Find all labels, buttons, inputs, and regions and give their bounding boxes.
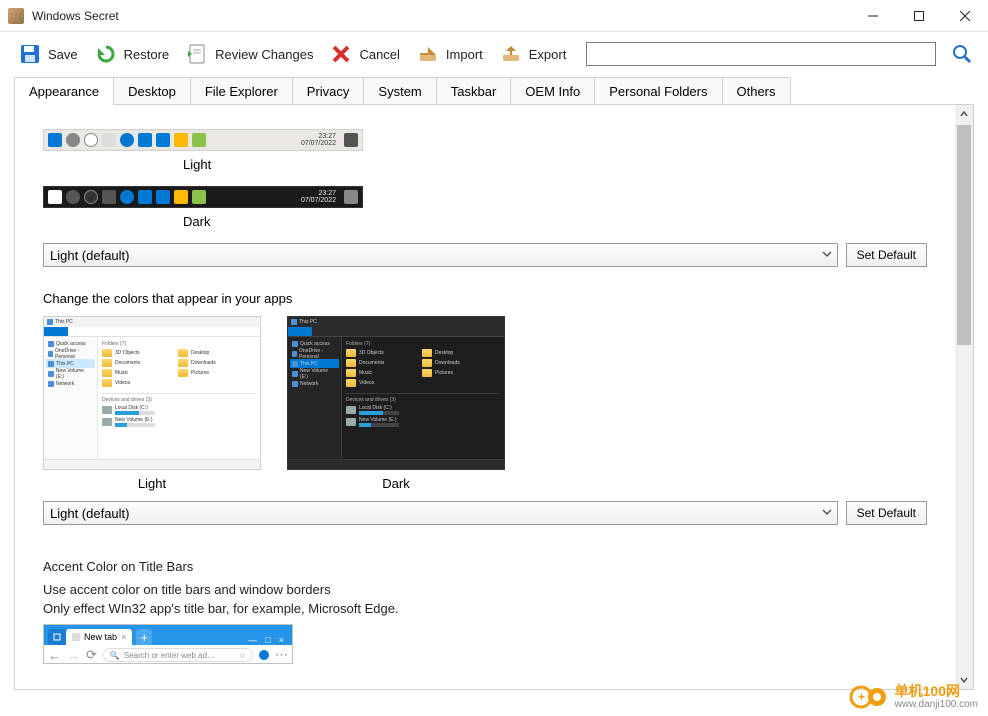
chevron-down-icon (821, 506, 833, 521)
menu-icon: ⋯ (275, 647, 288, 663)
close-button[interactable] (942, 0, 988, 32)
restore-button[interactable]: Restore (90, 40, 174, 68)
search-icon[interactable] (950, 42, 974, 66)
app-light-label: Light (43, 476, 261, 491)
window-titlebar: Windows Secret (0, 0, 988, 32)
watermark-logo-icon: + (849, 684, 889, 710)
tray-icon (344, 190, 358, 204)
edge-preview: New tab × + —□× ← → ⟳ 🔍 Search or enter … (43, 624, 293, 664)
app-icon (8, 8, 24, 24)
edge-icon (120, 133, 134, 147)
extension-icon (259, 650, 269, 660)
tab-desktop[interactable]: Desktop (113, 77, 191, 105)
accent-desc-2: Only effect WIn32 app's title bar, for e… (43, 601, 927, 616)
restore-icon (94, 42, 118, 66)
refresh-icon: ⟳ (86, 647, 97, 663)
explorer-icon (138, 190, 152, 204)
new-tab-icon: + (136, 629, 152, 645)
search-input[interactable] (586, 42, 936, 66)
tab-privacy[interactable]: Privacy (292, 77, 365, 105)
taskview-icon (102, 190, 116, 204)
cortana-icon (84, 133, 98, 147)
apps-color-title: Change the colors that appear in your ap… (43, 291, 927, 306)
cancel-button[interactable]: Cancel (325, 40, 403, 68)
cortana-icon (84, 190, 98, 204)
windows-mode-select[interactable]: Light (default) (43, 243, 838, 267)
export-button[interactable]: Export (495, 40, 571, 68)
import-button[interactable]: Import (412, 40, 487, 68)
set-default-button[interactable]: Set Default (846, 501, 927, 525)
explorer-preview-dark: This PC Quick access OneDrive - Personal… (287, 316, 505, 470)
tab-taskbar[interactable]: Taskbar (436, 77, 512, 105)
start-icon (48, 190, 62, 204)
chevron-down-icon (821, 248, 833, 263)
app-icon (192, 133, 206, 147)
taskbar-clock: 23:2707/07/2022 (301, 133, 336, 147)
scrollbar-thumb[interactable] (957, 125, 971, 345)
tab-panel: 23:2707/07/2022 Light 23:2707/07/2022 Da… (14, 104, 974, 690)
review-changes-button[interactable]: Review Changes (181, 40, 317, 68)
set-default-button[interactable]: Set Default (846, 243, 927, 267)
edge-tab: New tab × (66, 629, 132, 645)
tab-bar: Appearance Desktop File Explorer Privacy… (0, 76, 988, 104)
edge-icon (120, 190, 134, 204)
back-icon: ← (48, 648, 61, 663)
start-icon (48, 133, 62, 147)
light-label: Light (43, 157, 927, 172)
watermark: + 单机100网 www.danji100.com (849, 684, 978, 710)
appearance-content: 23:2707/07/2022 Light 23:2707/07/2022 Da… (15, 105, 955, 689)
folder-icon (174, 133, 188, 147)
taskview-icon (102, 133, 116, 147)
explorer-icon (138, 133, 152, 147)
taskbar-clock: 23:2707/07/2022 (301, 190, 336, 204)
tab-file-explorer[interactable]: File Explorer (190, 77, 293, 105)
minimize-button[interactable] (850, 0, 896, 32)
search-icon: 🔍 (110, 651, 120, 660)
export-icon (499, 42, 523, 66)
mail-icon (156, 133, 170, 147)
review-icon (185, 42, 209, 66)
cancel-icon (329, 42, 353, 66)
app-dark-label: Dark (287, 476, 505, 491)
taskbar-preview-light: 23:2707/07/2022 (43, 129, 363, 151)
dark-label: Dark (43, 214, 927, 229)
folder-icon (174, 190, 188, 204)
search-icon (66, 190, 80, 204)
tab-appearance[interactable]: Appearance (14, 77, 114, 105)
explorer-preview-light: This PC Quick access OneDrive - Personal… (43, 316, 261, 470)
vertical-scrollbar[interactable] (955, 105, 973, 689)
search-icon (66, 133, 80, 147)
import-icon (416, 42, 440, 66)
accent-group-label: Accent Color on Title Bars (43, 559, 927, 574)
page-icon (72, 633, 80, 641)
tab-others[interactable]: Others (722, 77, 791, 105)
tray-icon (344, 133, 358, 147)
save-icon (18, 42, 42, 66)
mail-icon (156, 190, 170, 204)
forward-icon: → (67, 648, 80, 663)
maximize-button[interactable] (896, 0, 942, 32)
tab-personal-folders[interactable]: Personal Folders (594, 77, 722, 105)
svg-text:+: + (858, 690, 865, 704)
window-title: Windows Secret (32, 9, 850, 23)
taskbar-preview-dark: 23:2707/07/2022 (43, 186, 363, 208)
scroll-up-icon[interactable] (955, 105, 973, 123)
accent-desc-1: Use accent color on title bars and windo… (43, 582, 927, 597)
main-toolbar: Save Restore Review Changes Cancel Impor… (0, 32, 988, 76)
address-bar: 🔍 Search or enter web ad… ☆ (103, 648, 253, 662)
app-mode-select[interactable]: Light (default) (43, 501, 838, 525)
app-icon (192, 190, 206, 204)
save-button[interactable]: Save (14, 40, 82, 68)
tab-system[interactable]: System (363, 77, 436, 105)
tab-oem-info[interactable]: OEM Info (510, 77, 595, 105)
